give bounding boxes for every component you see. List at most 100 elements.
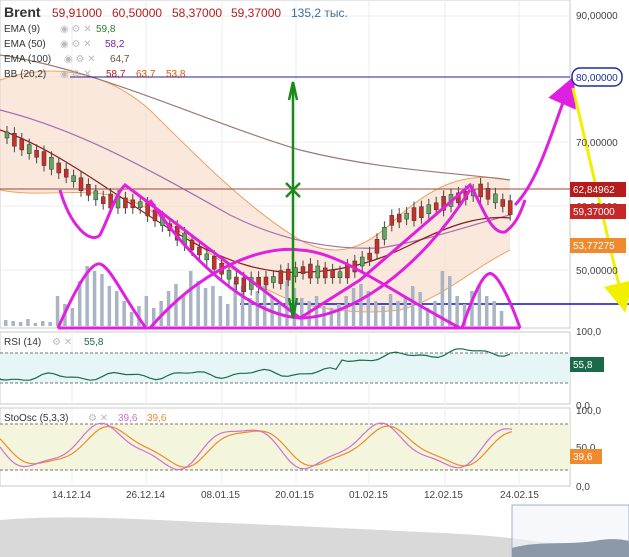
volume-bar [181,296,186,326]
price-tick: 90,00000 [576,11,618,22]
date-tick: 08.01.15 [201,490,240,501]
low-value: 58,37000 [172,6,222,20]
candle-body [419,206,424,218]
candle-body [41,151,47,166]
candle-body [78,177,84,191]
candle-body [507,200,513,215]
volume-bar [115,291,119,326]
price-tick: 70,00000 [576,138,618,149]
volume-bar [144,296,149,326]
candle-body [123,197,128,209]
open-value: 59,91000 [52,6,102,20]
volume-bar [4,320,8,326]
volume-bar [499,311,504,326]
candle-body [345,264,350,279]
indicator-value: 64,7 [110,54,130,65]
volume-bar [255,291,260,326]
volume-bar [411,286,415,326]
volume-bar [174,284,178,326]
volume-bar [196,281,200,326]
candle-body [263,276,269,286]
eye-icon[interactable]: ◉ ⚙ ✕ [60,39,92,50]
volume-bar [122,301,126,326]
rsi-legend: RSI (14) ⚙ ✕ 55,8 [4,337,104,348]
volume-bar [396,301,400,326]
target-price-label: 80,00000 [576,73,618,84]
price-marker-2-label: 59,37000 [573,207,615,218]
candle-body [211,256,217,270]
volume-bar [418,292,422,326]
candle-body [234,276,239,285]
candle-body [374,239,380,254]
volume-bar [211,286,215,326]
candle-body [93,190,99,201]
volume-bar [300,298,304,326]
stoch-d-value: 39,6 [147,413,167,424]
close-value: 59,37000 [231,6,281,20]
volume-bar [11,321,15,326]
indicator-name: BB (20,2) [4,69,46,80]
candle-body [315,265,321,279]
stoch-axis-bottom: 0,0 [576,482,590,493]
volume-bar [33,323,38,326]
date-tick: 20.01.15 [275,490,314,501]
candle-body [485,188,491,200]
candle-body [226,269,232,280]
date-tick: 12.02.15 [424,490,463,501]
volume-bar [18,322,23,326]
volume-bar [485,296,489,326]
rsi-band [0,353,570,383]
candle-body [500,199,506,207]
candle-body [12,132,17,147]
volume-bar [344,296,348,326]
volume-bar [351,288,356,326]
date-tick: 01.02.15 [349,490,388,501]
candle-body [86,184,91,196]
eye-icon[interactable]: ◉ ⚙ ✕ [60,24,92,35]
candle-body [404,212,409,220]
candle-body [189,239,195,251]
stoch-axis-top: 100,0 [576,406,601,417]
volume-bar [226,304,230,326]
candle-body [34,150,39,158]
volume-bar [314,296,319,326]
indicator-value: 59,8 [96,24,116,35]
indicator-value: 58,7 [106,69,126,80]
volume-bar [55,296,60,326]
candle-body [330,269,335,279]
volume-bar [203,288,208,326]
eye-icon[interactable]: ◉ ⚙ ✕ [60,69,92,80]
candle-body [308,263,313,279]
candle-body [478,183,483,198]
volume-bar [381,306,385,326]
indicator-name: EMA (50) [4,39,46,50]
volume-bar [48,322,52,326]
volume-bar [26,319,30,326]
volume-bar [403,298,408,326]
candle-body [382,227,387,240]
date-tick: 26.12.14 [126,490,165,501]
price-marker-1-label: 62,84962 [573,185,615,196]
eye-icon[interactable]: ◉ ⚙ ✕ [64,54,96,65]
settings-icon[interactable]: ⚙ ✕ [88,413,108,424]
stoch-value-label: 39,6 [573,452,593,463]
stoch-k-value: 39,6 [118,413,138,424]
candle-body [271,276,276,283]
candle-body [337,271,343,278]
candle-body [278,270,284,284]
candle-body [4,131,10,139]
candle-body [359,256,365,267]
settings-icon[interactable]: ⚙ ✕ [52,337,72,348]
candle-body [71,175,76,182]
candle-body [396,213,402,223]
candle-body [389,215,395,226]
candle-body [411,207,417,221]
candle-body [322,267,328,279]
volume-bar [285,281,289,326]
candle-body [197,246,202,256]
volume-bar [455,296,459,326]
rsi-value-label: 55,8 [573,360,593,371]
candle-body [433,202,439,211]
volume-bar [329,308,334,326]
candle-body [300,266,306,274]
